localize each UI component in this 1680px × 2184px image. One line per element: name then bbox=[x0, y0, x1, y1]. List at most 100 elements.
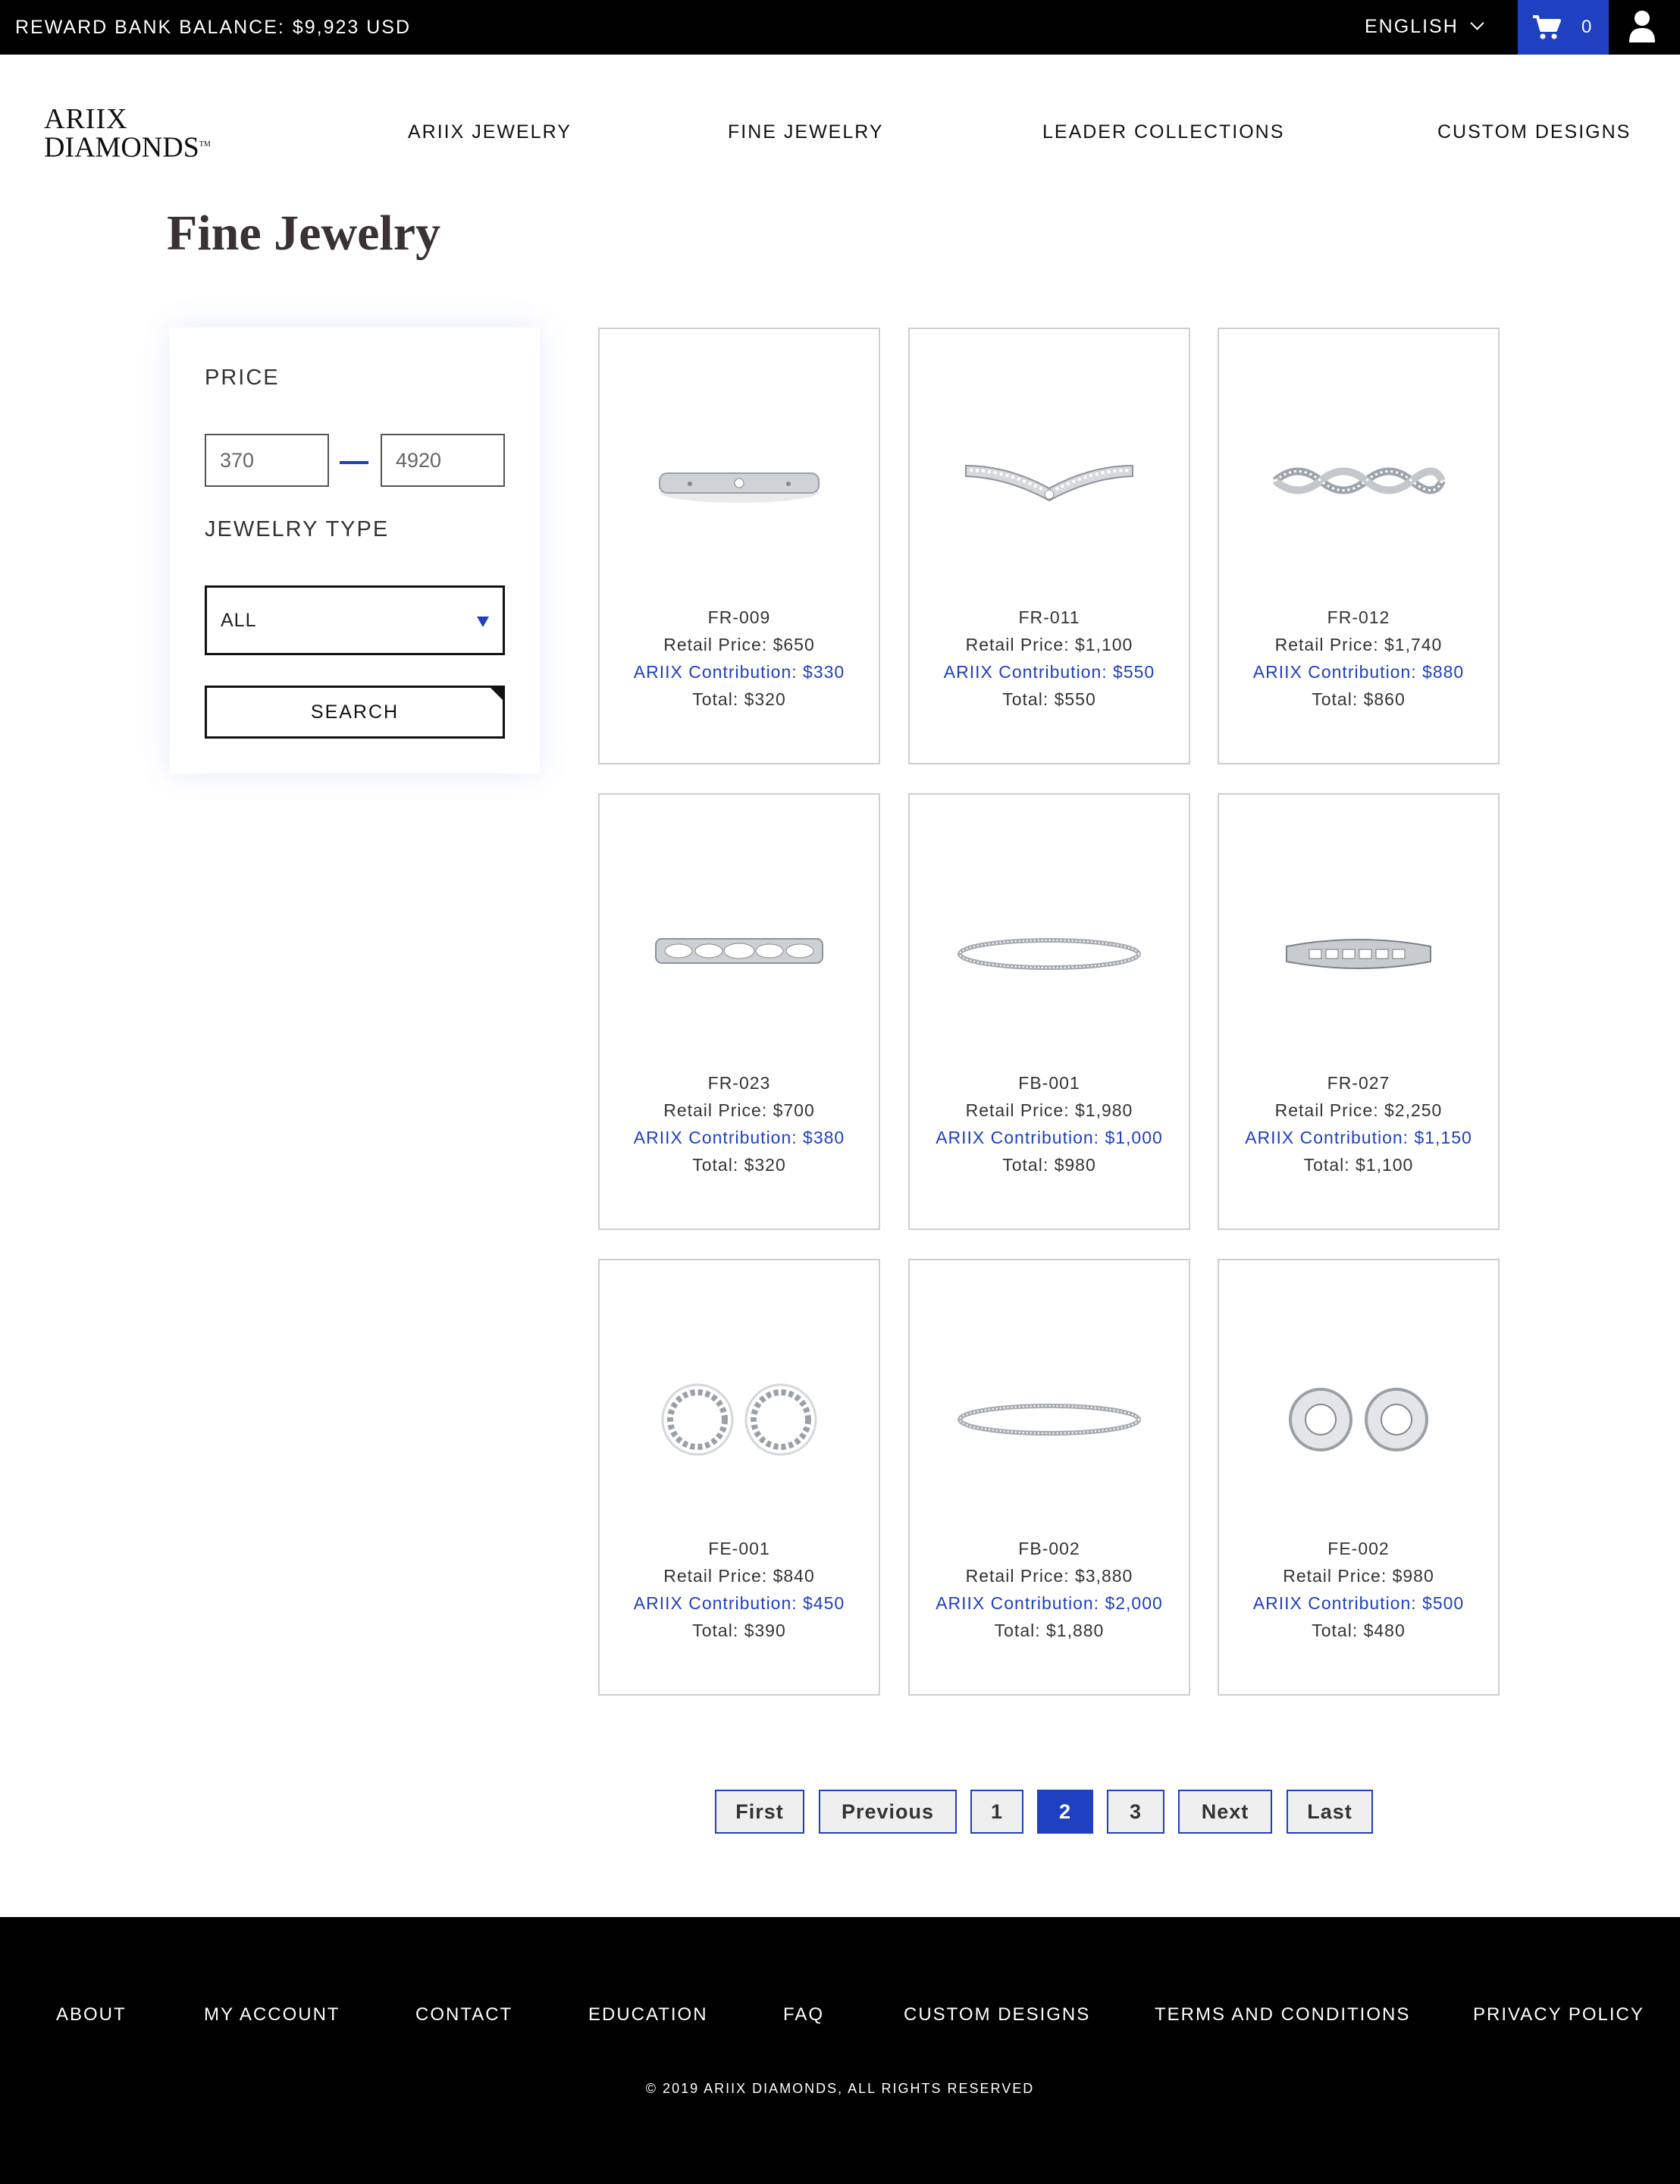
pagination-first[interactable]: First bbox=[715, 1790, 804, 1834]
price-min-input[interactable] bbox=[205, 434, 329, 487]
product-code: FE-002 bbox=[1327, 1539, 1390, 1558]
product-total: Total: $320 bbox=[692, 1155, 786, 1175]
nav-ariix-jewelry[interactable]: ARIIX JEWELRY bbox=[408, 121, 572, 143]
product-contribution: ARIIX Contribution: $500 bbox=[1252, 1593, 1465, 1613]
product-card[interactable]: FR-027 Retail Price: $2,250 ARIIX Contribu… bbox=[1218, 793, 1500, 1230]
user-icon[interactable] bbox=[1628, 9, 1656, 44]
product-contribution: ARIIX Contribution: $880 bbox=[1252, 662, 1465, 682]
cart-button[interactable]: 0 bbox=[1518, 0, 1609, 55]
product-info: FE-002 Retail Price: $980 ARIIX Contributi… bbox=[1219, 1535, 1498, 1644]
product-retail-price: Retail Price: $840 bbox=[663, 1566, 815, 1586]
jewelry-type-value: ALL bbox=[221, 610, 257, 631]
footer-link-education[interactable]: EDUCATION bbox=[588, 2004, 708, 2026]
product-info: FB-002 Retail Price: $3,880 ARIIX Contribu… bbox=[910, 1535, 1189, 1644]
product-contribution: ARIIX Contribution: $1,150 bbox=[1245, 1128, 1472, 1147]
product-card[interactable]: FE-001 Retail Price: $840 ARIIX Contributi… bbox=[598, 1259, 880, 1696]
product-image[interactable] bbox=[1264, 420, 1453, 557]
product-contribution: ARIIX Contribution: $450 bbox=[633, 1593, 845, 1613]
pagination-page-1[interactable]: 1 bbox=[970, 1790, 1023, 1834]
pagination-next[interactable]: Next bbox=[1178, 1790, 1272, 1834]
logo-line-ariix: ARIIX bbox=[44, 103, 128, 135]
product-total: Total: $1,100 bbox=[1303, 1155, 1414, 1175]
nav-custom-designs[interactable]: CUSTOM DESIGNS bbox=[1437, 121, 1631, 143]
product-card[interactable]: FR-023 Retail Price: $700 ARIIX Contributi… bbox=[598, 793, 880, 1230]
filter-panel: PRICE JEWELRY TYPE ALL SEARCH bbox=[170, 328, 540, 774]
page-title: Fine Jewelry bbox=[167, 206, 441, 261]
product-code: FE-001 bbox=[708, 1539, 770, 1558]
product-code: FR-027 bbox=[1327, 1073, 1390, 1093]
footer: ABOUT MY ACCOUNT CONTACT EDUCATION FAQ C… bbox=[0, 1917, 1680, 2184]
product-retail-price: Retail Price: $650 bbox=[663, 635, 815, 654]
product-card[interactable]: FB-001 Retail Price: $1,980 ARIIX Contribu… bbox=[908, 793, 1190, 1230]
product-retail-price: Retail Price: $1,100 bbox=[965, 635, 1133, 654]
product-card[interactable]: FR-012 Retail Price: $1,740 ARIIX Contribu… bbox=[1218, 328, 1500, 764]
jewelry-type-select[interactable]: ALL bbox=[205, 585, 505, 655]
footer-link-terms[interactable]: TERMS AND CONDITIONS bbox=[1155, 2004, 1410, 2026]
product-contribution: ARIIX Contribution: $550 bbox=[943, 662, 1155, 682]
product-retail-price: Retail Price: $1,980 bbox=[965, 1100, 1133, 1120]
product-image[interactable] bbox=[1264, 1351, 1453, 1488]
product-info: FR-012 Retail Price: $1,740 ARIIX Contribu… bbox=[1219, 604, 1498, 713]
pagination-page-2[interactable]: 2 bbox=[1037, 1790, 1093, 1834]
ariix-diamonds-logo[interactable]: ARIIX DIAMONDSTM bbox=[44, 103, 226, 164]
pagination-previous[interactable]: Previous bbox=[819, 1790, 957, 1834]
product-retail-price: Retail Price: $2,250 bbox=[1274, 1100, 1443, 1120]
dropdown-arrow-icon bbox=[477, 617, 489, 627]
jewelry-type-label: JEWELRY TYPE bbox=[205, 517, 390, 541]
product-info: FR-023 Retail Price: $700 ARIIX Contributi… bbox=[600, 1069, 879, 1178]
product-retail-price: Retail Price: $1,740 bbox=[1274, 635, 1443, 654]
product-image[interactable] bbox=[644, 420, 834, 557]
product-contribution: ARIIX Contribution: $1,000 bbox=[936, 1128, 1163, 1147]
nav-leader-collections[interactable]: LEADER COLLECTIONS bbox=[1042, 121, 1284, 143]
product-card[interactable]: FR-009 Retail Price: $650 ARIIX Contributi… bbox=[598, 328, 880, 764]
product-info: FR-011 Retail Price: $1,100 ARIIX Contribu… bbox=[910, 604, 1189, 713]
product-total: Total: $980 bbox=[1002, 1155, 1096, 1175]
product-image[interactable] bbox=[954, 886, 1144, 1022]
pagination-page-3[interactable]: 3 bbox=[1107, 1790, 1164, 1834]
footer-link-contact[interactable]: CONTACT bbox=[415, 2004, 512, 2026]
product-total: Total: $480 bbox=[1312, 1621, 1406, 1640]
product-image[interactable] bbox=[644, 1351, 834, 1488]
product-code: FB-002 bbox=[1018, 1539, 1080, 1558]
logo-trademark: TM bbox=[199, 140, 211, 149]
product-info: FE-001 Retail Price: $840 ARIIX Contributi… bbox=[600, 1535, 879, 1644]
pagination-last[interactable]: Last bbox=[1287, 1790, 1373, 1834]
search-button[interactable]: SEARCH bbox=[205, 686, 505, 739]
price-label: PRICE bbox=[205, 366, 280, 390]
product-contribution: ARIIX Contribution: $2,000 bbox=[936, 1593, 1163, 1613]
footer-link-faq[interactable]: FAQ bbox=[783, 2004, 824, 2026]
footer-link-privacy[interactable]: PRIVACY POLICY bbox=[1473, 2004, 1644, 2026]
product-info: FB-001 Retail Price: $1,980 ARIIX Contribu… bbox=[910, 1069, 1189, 1178]
top-bar: REWARD BANK BALANCE: $9,923 USD ENGLISH 0 bbox=[0, 0, 1680, 55]
copyright: © 2019 ARIIX DIAMONDS, ALL RIGHTS RESERV… bbox=[645, 2081, 1035, 2096]
product-image[interactable] bbox=[954, 1351, 1144, 1488]
product-card[interactable]: FE-002 Retail Price: $980 ARIIX Contributi… bbox=[1218, 1259, 1500, 1696]
product-retail-price: Retail Price: $980 bbox=[1283, 1566, 1434, 1586]
reward-balance-value: $9,923 USD bbox=[292, 17, 412, 38]
product-retail-price: Retail Price: $700 bbox=[663, 1100, 815, 1120]
product-retail-price: Retail Price: $3,880 bbox=[965, 1566, 1133, 1586]
product-card[interactable]: FR-011 Retail Price: $1,100 ARIIX Contribu… bbox=[908, 328, 1190, 764]
footer-link-my-account[interactable]: MY ACCOUNT bbox=[204, 2004, 340, 2026]
product-total: Total: $550 bbox=[1002, 689, 1096, 709]
reward-balance: REWARD BANK BALANCE: $9,923 USD bbox=[15, 0, 411, 55]
language-label: ENGLISH bbox=[1365, 16, 1459, 37]
logo-line-diamonds: DIAMONDSTM bbox=[44, 131, 211, 164]
product-contribution: ARIIX Contribution: $380 bbox=[633, 1128, 845, 1147]
footer-link-custom-designs[interactable]: CUSTOM DESIGNS bbox=[904, 2004, 1090, 2026]
cart-count: 0 bbox=[1581, 17, 1592, 37]
product-card[interactable]: FB-002 Retail Price: $3,880 ARIIX Contribu… bbox=[908, 1259, 1190, 1696]
footer-link-about[interactable]: ABOUT bbox=[56, 2004, 127, 2026]
language-selector[interactable]: ENGLISH bbox=[1365, 0, 1484, 55]
nav-fine-jewelry[interactable]: FINE JEWELRY bbox=[728, 121, 884, 143]
product-image[interactable] bbox=[1264, 886, 1453, 1022]
product-code: FB-001 bbox=[1018, 1073, 1080, 1093]
product-info: FR-009 Retail Price: $650 ARIIX Contributi… bbox=[600, 604, 879, 713]
chevron-down-icon bbox=[1470, 16, 1484, 30]
price-max-input[interactable] bbox=[381, 434, 505, 487]
product-code: FR-009 bbox=[707, 607, 771, 627]
product-image[interactable] bbox=[644, 886, 834, 1022]
product-code: FR-012 bbox=[1327, 607, 1390, 627]
product-total: Total: $320 bbox=[692, 689, 786, 709]
product-image[interactable] bbox=[954, 420, 1144, 557]
